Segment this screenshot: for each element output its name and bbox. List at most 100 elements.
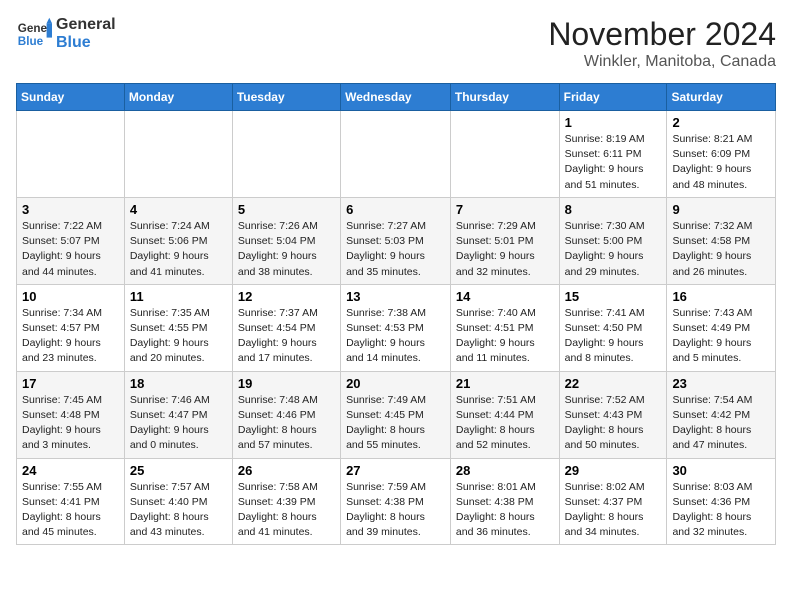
day-info: Sunrise: 8:19 AMSunset: 6:11 PMDaylight:… (565, 132, 662, 193)
day-number: 22 (565, 376, 662, 391)
day-number: 25 (130, 463, 227, 478)
day-number: 5 (238, 202, 335, 217)
day-info: Sunrise: 7:58 AMSunset: 4:39 PMDaylight:… (238, 480, 335, 541)
day-info: Sunrise: 8:01 AMSunset: 4:38 PMDaylight:… (456, 480, 554, 541)
calendar-cell: 12 Sunrise: 7:37 AMSunset: 4:54 PMDayligh… (232, 284, 340, 371)
svg-text:Blue: Blue (18, 35, 44, 48)
day-number: 10 (22, 289, 119, 304)
calendar-week-5: 24 Sunrise: 7:55 AMSunset: 4:41 PMDayligh… (17, 458, 776, 545)
calendar-cell: 8Sunrise: 7:30 AMSunset: 5:00 PMDaylight… (559, 197, 667, 284)
weekday-header-sunday: Sunday (17, 84, 125, 111)
logo: General Blue General Blue (16, 16, 116, 52)
calendar-cell (341, 111, 451, 198)
calendar-cell: 4 Sunrise: 7:24 AMSunset: 5:06 PMDaylight… (124, 197, 232, 284)
day-info: Sunrise: 7:57 AMSunset: 4:40 PMDaylight:… (130, 480, 227, 541)
title-area: November 2024 Winkler, Manitoba, Canada (548, 16, 776, 71)
day-number: 17 (22, 376, 119, 391)
day-number: 27 (346, 463, 445, 478)
day-info: Sunrise: 7:41 AMSunset: 4:50 PMDaylight:… (565, 306, 662, 367)
calendar-week-3: 10 Sunrise: 7:34 AMSunset: 4:57 PMDayligh… (17, 284, 776, 371)
calendar-cell (17, 111, 125, 198)
day-info: Sunrise: 7:29 AMSunset: 5:01 PMDaylight:… (456, 219, 554, 280)
calendar-cell: 29 Sunrise: 8:02 AMSunset: 4:37 PMDayligh… (559, 458, 667, 545)
calendar-cell: 30 Sunrise: 8:03 AMSunset: 4:36 PMDayligh… (667, 458, 776, 545)
day-info: Sunrise: 7:34 AMSunset: 4:57 PMDaylight:… (22, 306, 119, 367)
day-info: Sunrise: 7:54 AMSunset: 4:42 PMDaylight:… (672, 393, 770, 454)
calendar-cell: 5 Sunrise: 7:26 AMSunset: 5:04 PMDaylight… (232, 197, 340, 284)
day-info: Sunrise: 7:26 AMSunset: 5:04 PMDaylight:… (238, 219, 335, 280)
day-info: Sunrise: 7:43 AMSunset: 4:49 PMDaylight:… (672, 306, 770, 367)
logo-blue-text: Blue (56, 34, 116, 52)
day-info: Sunrise: 7:37 AMSunset: 4:54 PMDaylight:… (238, 306, 335, 367)
day-info: Sunrise: 7:27 AMSunset: 5:03 PMDaylight:… (346, 219, 445, 280)
day-info: Sunrise: 7:32 AMSunset: 4:58 PMDaylight:… (672, 219, 770, 280)
day-number: 26 (238, 463, 335, 478)
day-number: 28 (456, 463, 554, 478)
calendar-cell: 3 Sunrise: 7:22 AMSunset: 5:07 PMDaylight… (17, 197, 125, 284)
weekday-header-thursday: Thursday (450, 84, 559, 111)
day-info: Sunrise: 8:21 AMSunset: 6:09 PMDaylight:… (672, 132, 770, 193)
day-info: Sunrise: 7:24 AMSunset: 5:06 PMDaylight:… (130, 219, 227, 280)
calendar-cell: 24 Sunrise: 7:55 AMSunset: 4:41 PMDayligh… (17, 458, 125, 545)
calendar-cell: 14 Sunrise: 7:40 AMSunset: 4:51 PMDayligh… (450, 284, 559, 371)
day-number: 15 (565, 289, 662, 304)
calendar-cell: 13Sunrise: 7:38 AMSunset: 4:53 PMDayligh… (341, 284, 451, 371)
calendar-cell: 25 Sunrise: 7:57 AMSunset: 4:40 PMDayligh… (124, 458, 232, 545)
day-info: Sunrise: 7:59 AMSunset: 4:38 PMDaylight:… (346, 480, 445, 541)
calendar-cell: 17 Sunrise: 7:45 AMSunset: 4:48 PMDayligh… (17, 371, 125, 458)
day-info: Sunrise: 7:46 AMSunset: 4:47 PMDaylight:… (130, 393, 227, 454)
day-number: 13 (346, 289, 445, 304)
day-number: 12 (238, 289, 335, 304)
day-info: Sunrise: 7:30 AMSunset: 5:00 PMDaylight:… (565, 219, 662, 280)
day-number: 2 (672, 115, 770, 130)
day-info: Sunrise: 7:40 AMSunset: 4:51 PMDaylight:… (456, 306, 554, 367)
day-info: Sunrise: 7:55 AMSunset: 4:41 PMDaylight:… (22, 480, 119, 541)
calendar-cell: 23 Sunrise: 7:54 AMSunset: 4:42 PMDayligh… (667, 371, 776, 458)
calendar-cell: 1 Sunrise: 8:19 AMSunset: 6:11 PMDaylight… (559, 111, 667, 198)
calendar-cell: 11Sunrise: 7:35 AMSunset: 4:55 PMDayligh… (124, 284, 232, 371)
logo-general-text: General (56, 16, 116, 34)
day-number: 14 (456, 289, 554, 304)
weekday-header-row: SundayMondayTuesdayWednesdayThursdayFrid… (17, 84, 776, 111)
calendar-cell: 28 Sunrise: 8:01 AMSunset: 4:38 PMDayligh… (450, 458, 559, 545)
day-info: Sunrise: 8:03 AMSunset: 4:36 PMDaylight:… (672, 480, 770, 541)
calendar-cell: 27 Sunrise: 7:59 AMSunset: 4:38 PMDayligh… (341, 458, 451, 545)
calendar-cell: 22Sunrise: 7:52 AMSunset: 4:43 PMDayligh… (559, 371, 667, 458)
day-number: 23 (672, 376, 770, 391)
header: General Blue General Blue November 2024 … (16, 16, 776, 71)
day-number: 19 (238, 376, 335, 391)
weekday-header-saturday: Saturday (667, 84, 776, 111)
calendar-cell: 21 Sunrise: 7:51 AMSunset: 4:44 PMDayligh… (450, 371, 559, 458)
weekday-header-monday: Monday (124, 84, 232, 111)
calendar: SundayMondayTuesdayWednesdayThursdayFrid… (16, 83, 776, 545)
calendar-cell (232, 111, 340, 198)
day-info: Sunrise: 7:45 AMSunset: 4:48 PMDaylight:… (22, 393, 119, 454)
day-number: 4 (130, 202, 227, 217)
day-number: 21 (456, 376, 554, 391)
weekday-header-friday: Friday (559, 84, 667, 111)
day-info: Sunrise: 7:49 AMSunset: 4:45 PMDaylight:… (346, 393, 445, 454)
calendar-body: 1 Sunrise: 8:19 AMSunset: 6:11 PMDaylight… (17, 111, 776, 545)
calendar-cell: 26 Sunrise: 7:58 AMSunset: 4:39 PMDayligh… (232, 458, 340, 545)
calendar-cell: 18 Sunrise: 7:46 AMSunset: 4:47 PMDayligh… (124, 371, 232, 458)
calendar-week-2: 3 Sunrise: 7:22 AMSunset: 5:07 PMDaylight… (17, 197, 776, 284)
day-number: 6 (346, 202, 445, 217)
month-title: November 2024 (548, 16, 776, 53)
logo-icon: General Blue (16, 16, 52, 52)
calendar-cell: 9Sunrise: 7:32 AMSunset: 4:58 PMDaylight… (667, 197, 776, 284)
day-number: 3 (22, 202, 119, 217)
day-number: 29 (565, 463, 662, 478)
day-number: 1 (565, 115, 662, 130)
day-number: 30 (672, 463, 770, 478)
day-number: 18 (130, 376, 227, 391)
day-number: 24 (22, 463, 119, 478)
calendar-cell (450, 111, 559, 198)
weekday-header-wednesday: Wednesday (341, 84, 451, 111)
calendar-cell: 16Sunrise: 7:43 AMSunset: 4:49 PMDayligh… (667, 284, 776, 371)
location-title: Winkler, Manitoba, Canada (548, 53, 776, 71)
day-info: Sunrise: 7:51 AMSunset: 4:44 PMDaylight:… (456, 393, 554, 454)
day-info: Sunrise: 7:22 AMSunset: 5:07 PMDaylight:… (22, 219, 119, 280)
calendar-cell: 19Sunrise: 7:48 AMSunset: 4:46 PMDayligh… (232, 371, 340, 458)
calendar-cell: 2 Sunrise: 8:21 AMSunset: 6:09 PMDaylight… (667, 111, 776, 198)
day-info: Sunrise: 8:02 AMSunset: 4:37 PMDaylight:… (565, 480, 662, 541)
